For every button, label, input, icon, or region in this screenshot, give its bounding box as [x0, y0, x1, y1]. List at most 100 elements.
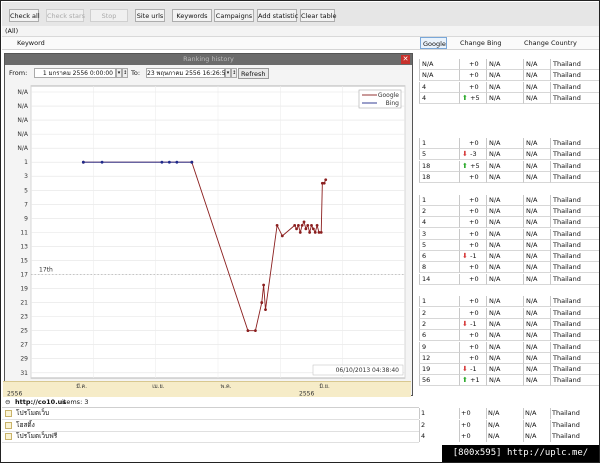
table-row[interactable]: 56 ⬆ +1 N/A N/A Thailand — [419, 375, 599, 387]
bing-change-cell: N/A — [523, 194, 550, 206]
bing-cell: N/A — [486, 364, 523, 376]
check-stars-button[interactable]: Check stars — [46, 9, 85, 22]
table-row[interactable]: 8 +0 N/A N/A Thailand — [419, 262, 599, 274]
keyword-row[interactable]: โปรโมตเว็บ 1 +0 N/A N/A Thailand — [2, 408, 580, 420]
g-cell: 1 — [421, 409, 426, 417]
blank-row[interactable] — [419, 104, 599, 116]
table-row[interactable]: 18 ⬆ +5 N/A N/A Thailand — [419, 160, 599, 172]
col-google[interactable]: Google — [420, 37, 447, 49]
blank-row[interactable] — [419, 126, 599, 138]
table-row[interactable]: 1 +0 N/A N/A Thailand — [419, 194, 599, 206]
table-row[interactable]: 1 +0 N/A N/A Thailand — [419, 138, 599, 150]
column-divider — [459, 408, 460, 419]
collapse-icon[interactable]: ⊖ — [5, 398, 10, 407]
star-icon[interactable] — [5, 410, 12, 417]
b-cell: N/A — [488, 432, 500, 440]
country-cell: Thailand — [550, 352, 599, 364]
change-value: +0 — [469, 218, 479, 227]
country-cell: Thailand — [550, 205, 599, 217]
x-tick-label: มี.ค. — [76, 383, 87, 390]
table-row[interactable]: 3 +0 N/A N/A Thailand — [419, 228, 599, 240]
country-cell: Thailand — [550, 194, 599, 206]
table-row[interactable]: 6 +0 N/A N/A Thailand — [419, 330, 599, 342]
y-tick-label: 7 — [24, 201, 28, 208]
bing-cell: N/A — [486, 138, 523, 150]
group-header[interactable]: ⊖ http://co10.us items: 3 — [2, 398, 419, 408]
blank-row[interactable] — [419, 183, 599, 195]
table-row[interactable]: 4 +0 N/A N/A Thailand — [419, 217, 599, 229]
ranking-chart: N/A N/A N/A N/A N/A 1 3 5 7 9 11 13 15 17 19 21 23 25 27 29… — [9, 82, 409, 382]
google-cell: 4 — [419, 217, 459, 229]
change-value: +0 — [469, 342, 479, 351]
data-point — [311, 227, 315, 231]
bing-change-cell: N/A — [523, 341, 550, 353]
table-row[interactable]: 19 ⬇ -1 N/A N/A Thailand — [419, 364, 599, 376]
change-cell: +0 — [459, 138, 486, 150]
add-statistic-button[interactable]: Add statistic — [257, 9, 298, 22]
col-change-bing[interactable]: Change — [524, 37, 549, 49]
table-row[interactable]: 2 +0 N/A N/A Thailand — [419, 307, 599, 319]
table-row[interactable]: 12 +0 N/A N/A Thailand — [419, 352, 599, 364]
change-cell: +0 — [459, 172, 486, 183]
clear-table-button[interactable]: Clear table — [300, 9, 337, 22]
col-bing[interactable]: Bing — [487, 37, 502, 49]
country-cell: Thailand — [550, 330, 599, 342]
table-row[interactable]: 9 +0 N/A N/A Thailand — [419, 341, 599, 353]
up-arrow-icon: ⬆ — [462, 93, 471, 102]
data-point — [319, 230, 323, 234]
y-tick-label: 27 — [20, 342, 28, 349]
table-row[interactable]: 5 ⬇ -3 N/A N/A Thailand — [419, 149, 599, 161]
table-row[interactable]: N/A +0 N/A N/A Thailand — [419, 59, 599, 70]
stop-button[interactable]: Stop — [90, 9, 128, 22]
column-divider — [523, 408, 524, 419]
refresh-button[interactable]: Refresh — [238, 68, 269, 79]
timeline-scrollbar[interactable]: มี.ค. เม.ย. พ.ค. มิ.ย. 2556 2556 — [3, 381, 411, 398]
campaigns-button[interactable]: Campaigns — [214, 9, 254, 22]
table-row[interactable]: 5 +0 N/A N/A Thailand — [419, 239, 599, 251]
from-date-input[interactable]: 1 มกราคม 2556 0:00:00 — [34, 68, 116, 78]
change-cell: +0 — [459, 205, 486, 217]
y-tick-label: 23 — [20, 314, 28, 321]
data-point — [260, 301, 264, 304]
table-row[interactable]: 1 +0 N/A N/A Thailand — [419, 296, 599, 308]
to-date-input[interactable]: 23 พฤษภาคม 2556 16:26:53 — [146, 68, 229, 78]
change-cell: ⬆ +5 — [459, 92, 486, 104]
table-row[interactable]: N/A +0 N/A N/A Thailand — [419, 70, 599, 82]
star-icon[interactable] — [5, 433, 12, 440]
site-urls-button[interactable]: Site urls — [135, 9, 165, 22]
star-icon[interactable] — [5, 421, 12, 429]
google-cell: 8 — [419, 262, 459, 274]
google-cell: 19 — [419, 364, 459, 376]
col-keyword[interactable]: Keyword — [17, 37, 45, 49]
col-country[interactable]: Country — [551, 37, 577, 49]
google-cell: 1 — [419, 194, 459, 206]
timeline-year-label: 2556 — [299, 391, 314, 398]
table-row[interactable]: 2 +0 N/A N/A Thailand — [419, 205, 599, 217]
keyword-row[interactable]: โปรโมตเว็บฟรี 4 +0 N/A N/A Thailand — [2, 431, 580, 443]
ranking-history-dialog: Ranking history ✕ From: 1 มกราคม 2556 0:… — [4, 53, 413, 396]
table-row[interactable]: 14 +0 N/A N/A Thailand — [419, 273, 599, 285]
bing-cell: N/A — [486, 172, 523, 183]
col-change[interactable]: Change — [460, 37, 485, 49]
column-divider — [523, 419, 524, 431]
keywords-button[interactable]: Keywords — [172, 9, 212, 22]
keyword-row[interactable]: โฮสติ้ง 2 +0 N/A N/A Thailand — [2, 419, 580, 432]
to-time-spinner[interactable]: ↕ — [231, 68, 237, 78]
check-all-button[interactable]: Check all — [9, 9, 40, 22]
filter-all-label[interactable]: (All) — [2, 26, 599, 37]
table-row[interactable]: 18 +0 N/A N/A Thailand — [419, 172, 599, 183]
country-cell: Thailand — [550, 217, 599, 229]
blank-row[interactable] — [419, 285, 599, 296]
table-row[interactable]: 6 ⬇ -1 N/A N/A Thailand — [419, 251, 599, 263]
change-cell: ⬆ +5 — [459, 160, 486, 172]
data-point — [324, 178, 328, 182]
table-row[interactable]: 4 ⬆ +5 N/A N/A Thailand — [419, 92, 599, 104]
from-time-spinner[interactable]: ↕ — [122, 68, 128, 78]
table-row[interactable]: 4 +0 N/A N/A Thailand — [419, 81, 599, 93]
table-row[interactable]: 2 ⬇ -1 N/A N/A Thailand — [419, 318, 599, 330]
change-cell: +0 — [459, 228, 486, 240]
data-point — [313, 230, 317, 234]
blank-row[interactable] — [419, 115, 599, 127]
column-divider — [486, 408, 487, 419]
close-icon[interactable]: ✕ — [401, 55, 410, 64]
